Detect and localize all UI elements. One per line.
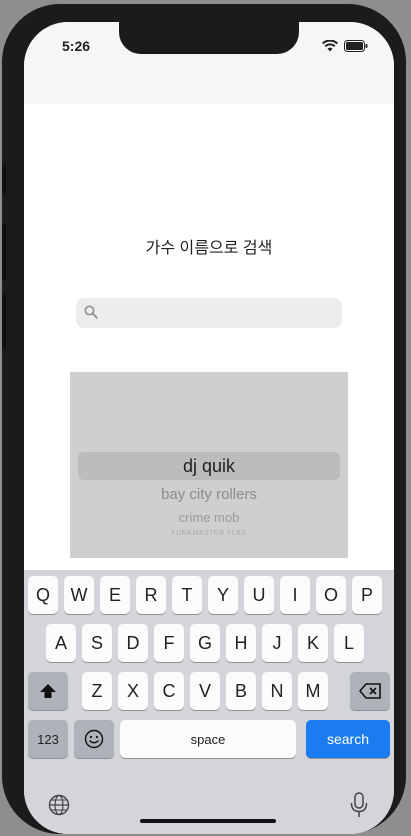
- globe-key[interactable]: [48, 794, 70, 821]
- search-key[interactable]: search: [306, 720, 390, 758]
- key-l[interactable]: L: [334, 624, 364, 662]
- key-d[interactable]: D: [118, 624, 148, 662]
- key-t[interactable]: T: [172, 576, 202, 614]
- key-v[interactable]: V: [190, 672, 220, 710]
- key-y[interactable]: Y: [208, 576, 238, 614]
- key-f[interactable]: F: [154, 624, 184, 662]
- space-key[interactable]: space: [120, 720, 296, 758]
- wifi-icon: [322, 40, 338, 52]
- picker-item[interactable]: crime mob: [70, 510, 348, 525]
- search-icon: [84, 305, 98, 319]
- globe-icon: [48, 794, 70, 816]
- key-c[interactable]: C: [154, 672, 184, 710]
- notch: [119, 22, 299, 54]
- battery-icon: [344, 40, 368, 52]
- artist-picker[interactable]: dj quik bay city rollers crime mob FUNKM…: [70, 372, 348, 558]
- dictation-key[interactable]: [350, 792, 368, 823]
- home-indicator[interactable]: [140, 819, 276, 823]
- key-p[interactable]: P: [352, 576, 382, 614]
- key-x[interactable]: X: [118, 672, 148, 710]
- key-k[interactable]: K: [298, 624, 328, 662]
- search-bar[interactable]: [76, 298, 342, 330]
- picker-item[interactable]: bay city rollers: [70, 486, 348, 503]
- shift-icon: [40, 684, 56, 698]
- key-a[interactable]: A: [46, 624, 76, 662]
- numbers-key[interactable]: 123: [28, 720, 68, 758]
- status-time: 5:26: [62, 38, 91, 54]
- picker-item-selected[interactable]: dj quik: [70, 456, 348, 477]
- key-w[interactable]: W: [64, 576, 94, 614]
- key-u[interactable]: U: [244, 576, 274, 614]
- mute-switch: [2, 164, 6, 194]
- status-icons: [322, 40, 368, 52]
- key-z[interactable]: Z: [82, 672, 112, 710]
- key-e[interactable]: E: [100, 576, 130, 614]
- emoji-icon: [84, 729, 104, 749]
- delete-key[interactable]: [350, 672, 390, 710]
- picker-item[interactable]: FUNKMASTER FLEX: [70, 530, 348, 537]
- key-m[interactable]: M: [298, 672, 328, 710]
- delete-icon: [359, 683, 381, 699]
- page-title: 가수 이름으로 검색: [145, 240, 273, 257]
- key-i[interactable]: I: [280, 576, 310, 614]
- key-n[interactable]: N: [262, 672, 292, 710]
- key-q[interactable]: Q: [28, 576, 58, 614]
- key-r[interactable]: R: [136, 576, 166, 614]
- microphone-icon: [350, 792, 368, 817]
- volume-down-button: [2, 294, 6, 350]
- key-b[interactable]: B: [226, 672, 256, 710]
- screen: 5:26 가수 이름으로 검색 dj quik bay city rollers…: [24, 22, 394, 834]
- key-s[interactable]: S: [82, 624, 112, 662]
- shift-key[interactable]: [28, 672, 68, 710]
- emoji-key[interactable]: [74, 720, 114, 758]
- key-h[interactable]: H: [226, 624, 256, 662]
- key-g[interactable]: G: [190, 624, 220, 662]
- key-o[interactable]: O: [316, 576, 346, 614]
- keyboard: Q W E R T Y U I O P A S D F G H J K L Z …: [24, 570, 394, 834]
- key-j[interactable]: J: [262, 624, 292, 662]
- search-input[interactable]: [104, 298, 338, 330]
- phone-frame: 5:26 가수 이름으로 검색 dj quik bay city rollers…: [2, 4, 406, 834]
- volume-up-button: [2, 224, 6, 280]
